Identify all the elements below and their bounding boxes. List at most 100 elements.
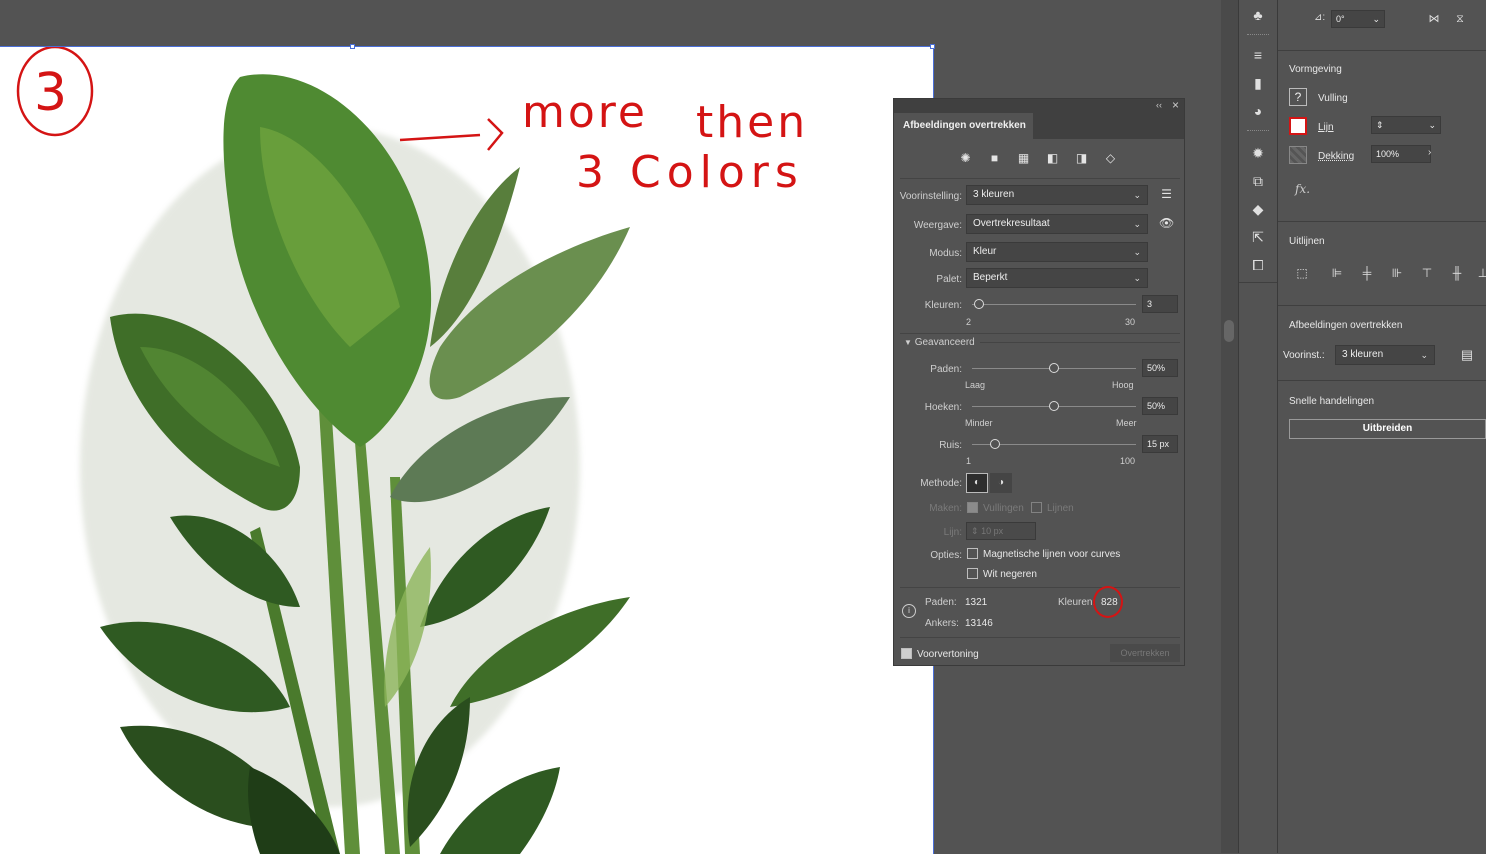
colors-max: 30	[1125, 317, 1136, 327]
align-middle-icon[interactable]: ╫	[1446, 262, 1468, 284]
corners-max: Meer	[1116, 418, 1137, 428]
paths-label: Paden:	[930, 364, 962, 375]
strokes-checkbox[interactable]	[1031, 502, 1042, 513]
fx-icon[interactable]: fx.	[1295, 182, 1310, 196]
flip-horizontal-icon[interactable]: ⋈	[1425, 8, 1443, 30]
align-left-icon[interactable]: ⊫	[1326, 262, 1348, 284]
flip-vertical-icon[interactable]: ⧖	[1451, 8, 1469, 30]
stepper-icon: ⇕	[971, 526, 979, 536]
fill-swatch[interactable]: ?	[1289, 88, 1307, 106]
grayscale-icon[interactable]: ◧	[1045, 151, 1060, 166]
transparency-icon[interactable]: ◕	[1247, 100, 1269, 122]
method-overlapping-button[interactable]: ◑	[990, 473, 1012, 493]
club-icon[interactable]: ♣	[1247, 4, 1269, 26]
black-white-icon[interactable]: ◨	[1074, 151, 1089, 166]
corners-slider-knob[interactable]	[1049, 401, 1059, 411]
view-select[interactable]: Overtrekresultaat ⌄	[966, 214, 1148, 234]
preset-list-icon[interactable]: ☰	[1159, 187, 1174, 202]
triangle-down-icon: ▼	[904, 338, 912, 347]
preset-label: Voorinstelling:	[899, 191, 962, 202]
align-top-icon[interactable]: ⊤	[1416, 262, 1438, 284]
stroke-weight-field[interactable]: ⇕ ⌄	[1371, 116, 1441, 134]
ignore-white-label: Wit negeren	[983, 569, 1037, 580]
angle-field[interactable]: 0° ⌄	[1331, 10, 1385, 28]
props-preset-select[interactable]: 3 kleuren ⌄	[1335, 345, 1435, 365]
divider	[980, 342, 1180, 343]
stroke-label-link[interactable]: Lijn	[1318, 122, 1334, 133]
expand-button[interactable]: Uitbreiden	[1289, 419, 1486, 439]
colors-label: Kleuren:	[924, 300, 962, 311]
stroke-swatch[interactable]	[1289, 117, 1307, 135]
align-heading: Uitlijnen	[1289, 236, 1325, 247]
tab-bar-filler	[1033, 113, 1184, 139]
stat-anchors-label: Ankers:	[925, 618, 959, 629]
props-preset-value: 3 kleuren	[1342, 349, 1384, 360]
menu-lines-icon[interactable]: ≡	[1247, 44, 1269, 66]
info-icon: i	[902, 604, 916, 618]
colors-slider-track[interactable]	[972, 304, 1136, 305]
ignore-white-checkbox[interactable]	[967, 568, 978, 579]
grip-divider	[1247, 130, 1269, 134]
align-to-icon[interactable]: ⬚	[1291, 262, 1313, 284]
appearance-icon[interactable]: ✹	[1247, 142, 1269, 164]
gradient-icon[interactable]: ▮	[1247, 72, 1269, 94]
noise-slider-knob[interactable]	[989, 439, 1000, 449]
quick-actions-heading: Snelle handelingen	[1289, 396, 1375, 407]
vertical-scrollbar[interactable]	[1221, 0, 1238, 853]
palette-select[interactable]: Beperkt ⌄	[966, 268, 1148, 288]
fills-checkbox[interactable]	[967, 502, 978, 513]
panel-tab[interactable]: Afbeeldingen overtrekken	[894, 113, 1033, 139]
opacity-field[interactable]: 100%	[1371, 145, 1431, 163]
preview-checkbox[interactable]	[901, 648, 912, 659]
layers-icon[interactable]: ◆	[1247, 198, 1269, 220]
fills-label: Vullingen	[983, 503, 1024, 514]
paths-value-field[interactable]: 50%	[1142, 359, 1178, 377]
chevron-down-icon: ⌄	[1420, 350, 1428, 360]
noise-value-field[interactable]: 15 px	[1142, 435, 1178, 453]
colors-value-field[interactable]: 3	[1142, 295, 1178, 313]
stat-colors-label: Kleuren:	[1058, 597, 1096, 608]
chevron-right-icon[interactable]: ›	[1428, 147, 1431, 158]
transform-icon[interactable]: ⧉	[1247, 170, 1269, 192]
paths-slider-knob[interactable]	[1049, 363, 1059, 373]
selection-handle[interactable]	[930, 44, 935, 49]
method-abutting-button[interactable]: ◐	[966, 473, 988, 493]
stroke-label: Lijn:	[943, 527, 962, 538]
snap-curves-checkbox[interactable]	[967, 548, 978, 559]
artboards-icon[interactable]: ⧠	[1247, 254, 1269, 276]
mode-value: Kleur	[973, 246, 997, 257]
auto-color-icon[interactable]: ✺	[958, 151, 973, 166]
trace-options-icon[interactable]: ▤	[1456, 344, 1478, 366]
collapse-icon[interactable]: ‹‹	[1156, 100, 1162, 110]
eye-icon[interactable]: 👁	[1159, 216, 1174, 231]
annotation-colors: 3 Colors	[576, 147, 804, 198]
outline-icon[interactable]: ◇	[1103, 151, 1118, 166]
advanced-toggle[interactable]: ▼ Geavanceerd	[904, 337, 975, 348]
chevron-down-icon: ⌄	[1133, 219, 1141, 229]
options-label: Opties:	[930, 550, 962, 561]
mode-select[interactable]: Kleur ⌄	[966, 242, 1148, 262]
opacity-label[interactable]: Dekking	[1318, 151, 1354, 162]
preset-select[interactable]: 3 kleuren ⌄	[966, 185, 1148, 205]
scrollbar-thumb[interactable]	[1224, 320, 1234, 342]
high-color-icon[interactable]: ■	[987, 151, 1002, 166]
fill-label[interactable]: Vulling	[1318, 93, 1348, 104]
align-bottom-icon[interactable]: ⊥	[1472, 262, 1486, 284]
artboard[interactable]: 3 more then 3 Colors	[0, 46, 934, 854]
preset-short-label: Voorinst.:	[1283, 350, 1325, 361]
corners-value-field[interactable]: 50%	[1142, 397, 1178, 415]
stroke-value-field[interactable]: ⇕ 10 px	[966, 522, 1036, 540]
close-icon[interactable]: ×	[1172, 98, 1179, 112]
view-value: Overtrekresultaat	[973, 218, 1050, 229]
align-center-icon[interactable]: ╪	[1356, 262, 1378, 284]
trace-button[interactable]: Overtrekken	[1110, 644, 1180, 662]
preset-value: 3 kleuren	[973, 189, 1015, 200]
align-right-icon[interactable]: ⊪	[1386, 262, 1408, 284]
colors-slider-knob[interactable]	[973, 299, 984, 309]
panel-topbar: ‹‹ ×	[894, 98, 1184, 113]
selection-handle[interactable]	[350, 44, 355, 49]
mode-label: Modus:	[929, 248, 962, 259]
low-color-icon[interactable]: ▦	[1016, 151, 1031, 166]
export-icon[interactable]: ⇱	[1247, 226, 1269, 248]
appearance-heading: Vormgeving	[1289, 64, 1342, 75]
